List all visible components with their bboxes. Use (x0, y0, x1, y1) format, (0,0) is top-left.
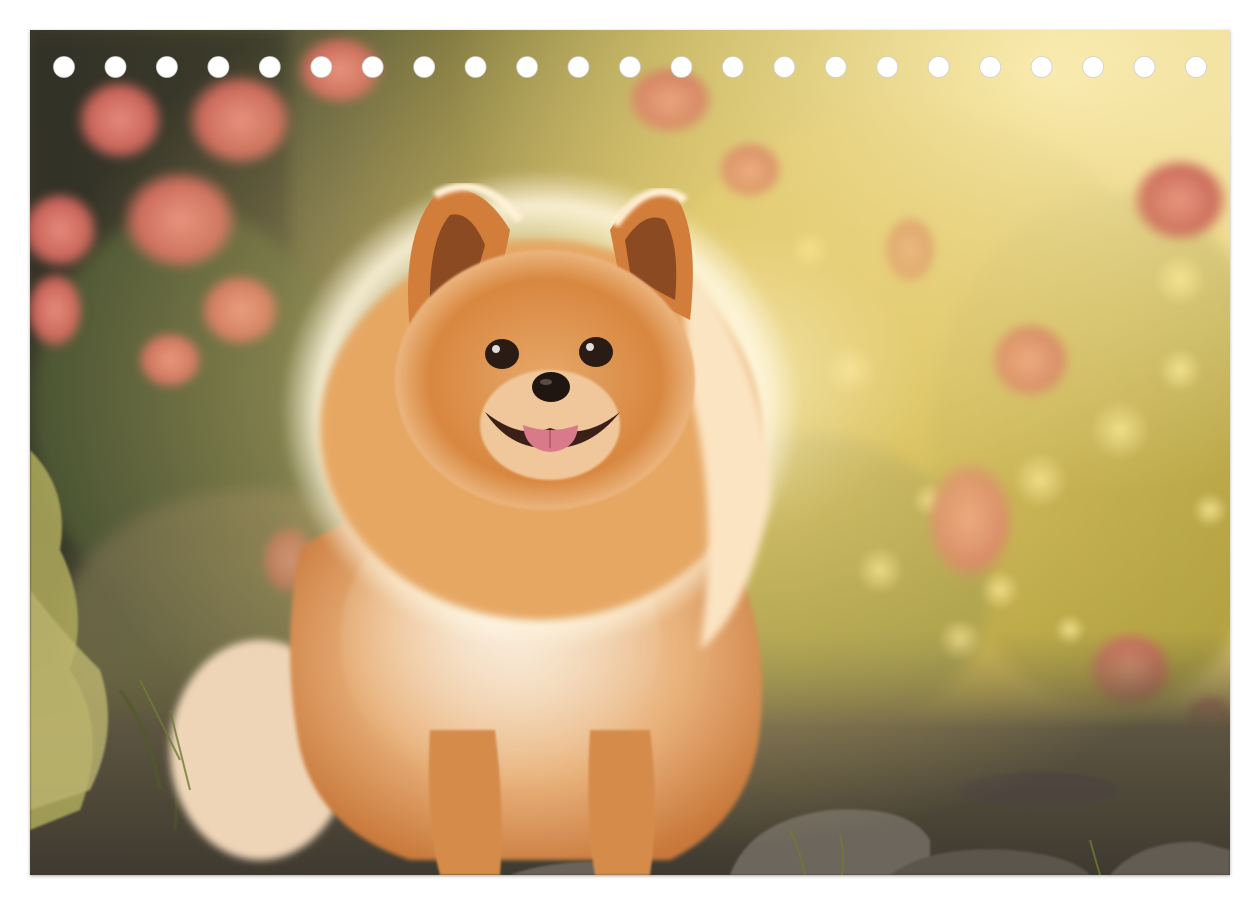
pomeranian-photo (30, 30, 1230, 875)
calendar-page (0, 0, 1260, 905)
calendar-sheet (30, 30, 1230, 875)
